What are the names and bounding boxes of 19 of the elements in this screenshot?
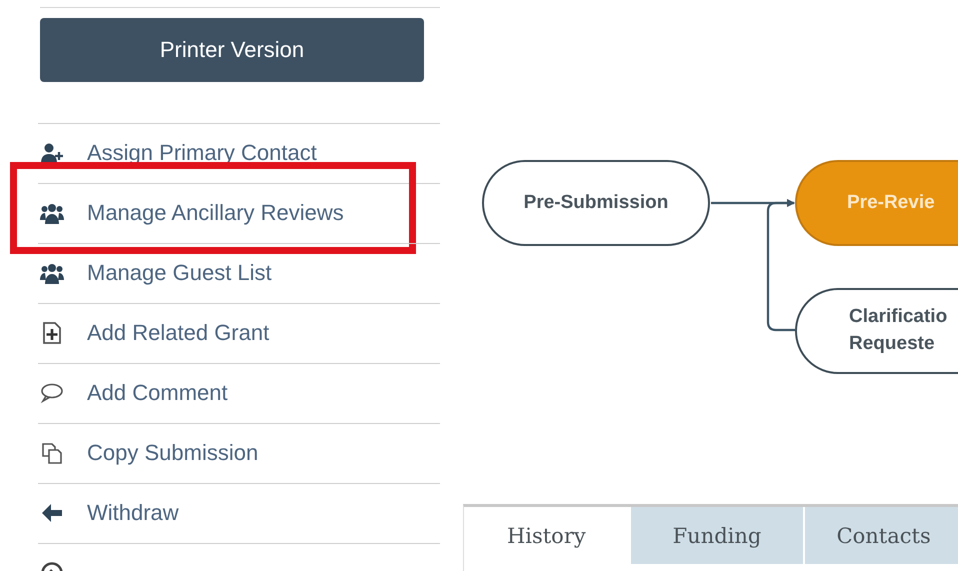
sidebar-menu-item[interactable]: Manage Ancillary Reviews [38, 184, 440, 242]
workflow-node: Pre-Submission [482, 160, 710, 246]
sidebar-menu-item[interactable]: Manage Guest List [38, 244, 440, 302]
sidebar-menu-item[interactable]: Assign Primary Contact [38, 124, 440, 182]
comment-icon [40, 381, 64, 405]
sidebar-menu-item[interactable]: Add Related Grant [38, 304, 440, 362]
workflow-node: Pre-Revie [795, 160, 958, 246]
workflow-node: Clarificatio Requeste [795, 288, 958, 374]
tab[interactable]: Contacts [805, 507, 958, 564]
file-plus-icon [40, 321, 64, 345]
users-icon [40, 201, 64, 225]
sidebar-menu-item[interactable]: Withdraw [38, 484, 440, 542]
user-plus-icon [40, 141, 64, 165]
sidebar-menu-item[interactable]: Add Comment [38, 364, 440, 422]
printer-version-button[interactable]: Printer Version [40, 18, 424, 82]
users-icon [40, 261, 64, 285]
copy-icon [40, 441, 64, 465]
tab[interactable]: Funding [630, 507, 806, 564]
sidebar-menu-item[interactable]: Copy Submission [38, 424, 440, 482]
